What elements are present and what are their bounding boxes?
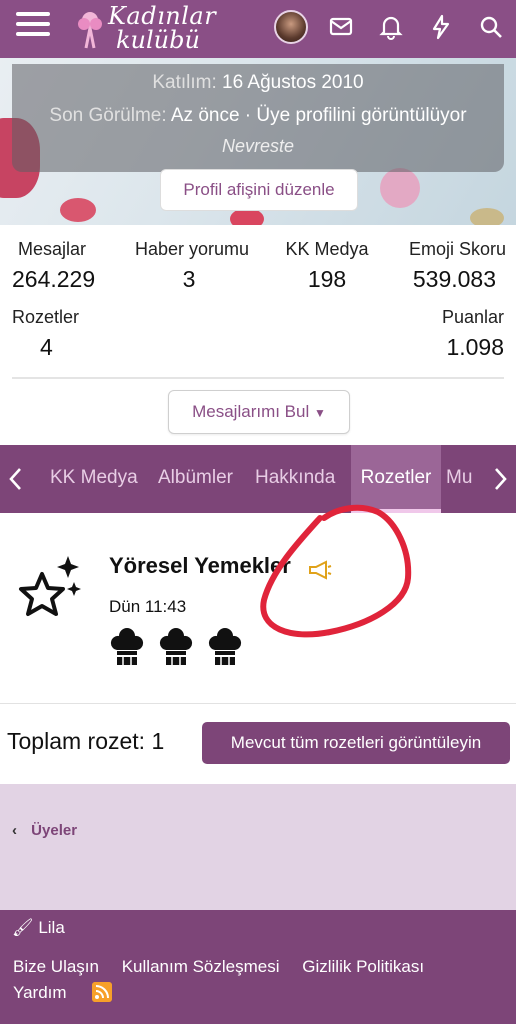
breadcrumb[interactable]: ‹ Üyeler <box>12 822 77 839</box>
rss-icon[interactable] <box>92 982 112 1002</box>
last-seen-line: Son Görülme: Az önce · Üye profilini gör… <box>0 105 516 127</box>
divider <box>12 377 504 379</box>
chevron-left-icon[interactable] <box>6 465 26 493</box>
top-bar: Kadınlar kulübü <box>0 0 516 58</box>
tab-more[interactable]: Mu <box>446 445 476 513</box>
stat-points[interactable]: Puanlar 1.098 <box>400 307 504 361</box>
joined-value: 16 Ağustos 2010 <box>222 72 364 93</box>
stat-value: 198 <box>307 266 347 292</box>
decor-flower <box>380 168 420 208</box>
stat-label: Emoji Skoru <box>408 239 506 259</box>
profile-banner: Katılım: 16 Ağustos 2010 Son Görülme: Az… <box>0 58 516 225</box>
last-seen-value: Az önce · Üye profilini görüntülüyor <box>170 105 467 126</box>
footer-link-terms[interactable]: Kullanım Sözleşmesi <box>122 957 280 976</box>
chevron-left-icon: ‹ <box>12 822 17 839</box>
stat-badges[interactable]: Rozetler 4 <box>12 307 79 361</box>
avatar[interactable] <box>274 10 308 44</box>
breadcrumb-members: Üyeler <box>31 822 78 839</box>
stat-kk-media[interactable]: KK Medya 198 <box>278 239 376 293</box>
mail-icon[interactable] <box>328 14 354 40</box>
stat-value: 539.083 <box>412 266 496 292</box>
chevron-right-icon[interactable] <box>490 465 510 493</box>
stat-messages[interactable]: Mesajlar 264.229 <box>12 239 95 293</box>
style-name: Lila <box>38 918 65 937</box>
joined-line: Katılım: 16 Ağustos 2010 <box>0 72 516 94</box>
site-logo[interactable]: Kadınlar kulübü <box>72 2 222 54</box>
tab-albums[interactable]: Albümler <box>158 445 248 513</box>
stat-value: 264.229 <box>12 266 96 292</box>
stat-label: Rozetler <box>12 307 80 327</box>
stat-label: Mesajlar <box>18 239 87 259</box>
joined-label: Katılım: <box>152 72 217 93</box>
chef-hat-icon <box>159 628 193 665</box>
stat-label: KK Medya <box>285 239 369 259</box>
paintbrush-icon: 🖌 <box>12 918 34 937</box>
footer-link-help[interactable]: Yardım <box>13 983 67 1003</box>
total-badges: Toplam rozet: 1 <box>7 728 165 754</box>
view-all-badges-button[interactable]: Mevcut tüm rozetleri görüntüleyin <box>202 722 510 764</box>
stat-label: Haber yorumu <box>134 239 250 259</box>
stat-emoji-score[interactable]: Emoji Skoru 539.083 <box>398 239 506 293</box>
username: Nevreste <box>221 136 295 156</box>
caret-down-icon: ▼ <box>313 406 326 420</box>
tab-kk-media[interactable]: KK Medya <box>50 445 150 513</box>
stat-value: 3 <box>182 266 196 292</box>
chef-hat-icon <box>110 628 144 665</box>
logo-flower-icon <box>78 12 102 49</box>
footer-links: Bize Ulaşın Kullanım Sözleşmesi Gizlilik… <box>13 957 442 977</box>
badge-date: Dün 11:43 <box>109 597 187 616</box>
stat-value: 4 <box>40 334 53 360</box>
bell-icon[interactable] <box>378 14 404 40</box>
search-icon[interactable] <box>478 14 504 40</box>
edit-banner-button[interactable]: Profil afişini düzenle <box>160 169 358 211</box>
find-posts-button[interactable]: Mesajlarımı Bul ▼ <box>168 390 350 434</box>
style-chooser[interactable]: 🖌 Lila <box>12 918 65 938</box>
stat-value: 1.098 <box>446 334 504 360</box>
find-posts-label: Mesajlarımı Bul <box>192 402 310 421</box>
footer-link-privacy[interactable]: Gizlilik Politikası <box>302 957 424 976</box>
red-circle-annotation <box>260 504 412 638</box>
footer-link-contact[interactable]: Bize Ulaşın <box>13 957 99 976</box>
decor-leaf <box>470 208 504 225</box>
stat-news-comments[interactable]: Haber yorumu 3 <box>130 239 254 293</box>
stat-label: Puanlar <box>441 307 504 327</box>
chef-hat-icon <box>208 628 242 665</box>
bolt-icon[interactable] <box>428 14 454 40</box>
sparkle-star-icon <box>19 556 81 616</box>
menu-icon[interactable] <box>16 12 50 42</box>
decor-petal <box>60 198 96 222</box>
logo-line2: kulübü <box>116 26 200 54</box>
breadcrumb-area <box>0 784 516 910</box>
last-seen-label: Son Görülme: <box>49 105 167 126</box>
footer: 🖌 Lila Bize Ulaşın Kullanım Sözleşmesi G… <box>0 910 516 1024</box>
